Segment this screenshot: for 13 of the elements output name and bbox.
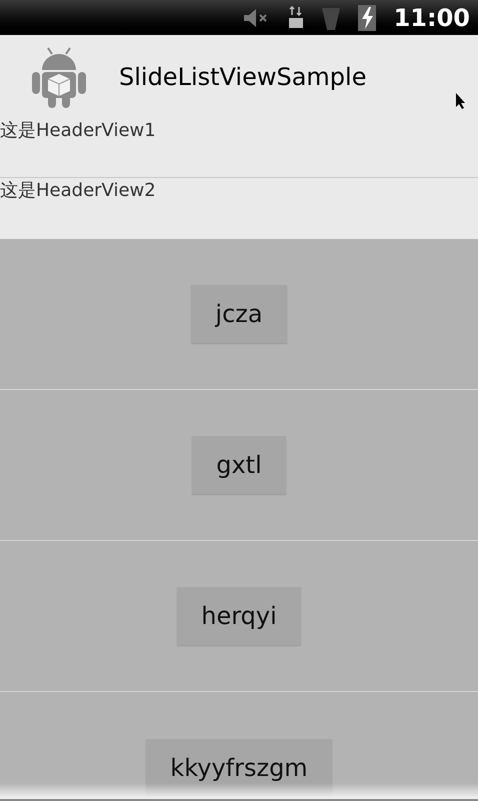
list-button[interactable]: gxtl [192,436,286,494]
header-text: 这是HeaderView1 [0,119,157,143]
header-text: 这是HeaderView2 [0,179,157,203]
mobile-data-icon [288,6,304,30]
list-button[interactable]: herqyi [177,587,301,645]
mouse-pointer-icon [456,93,466,109]
charging-battery-icon [358,4,376,30]
signal-icon [322,6,340,30]
android-robot-icon [32,46,86,108]
list-button[interactable]: kkyyfrszgm [146,738,332,796]
clock: 11:00 [394,2,470,34]
app-title: SlideListViewSample [119,62,366,92]
list-button[interactable]: jcza [191,285,287,343]
